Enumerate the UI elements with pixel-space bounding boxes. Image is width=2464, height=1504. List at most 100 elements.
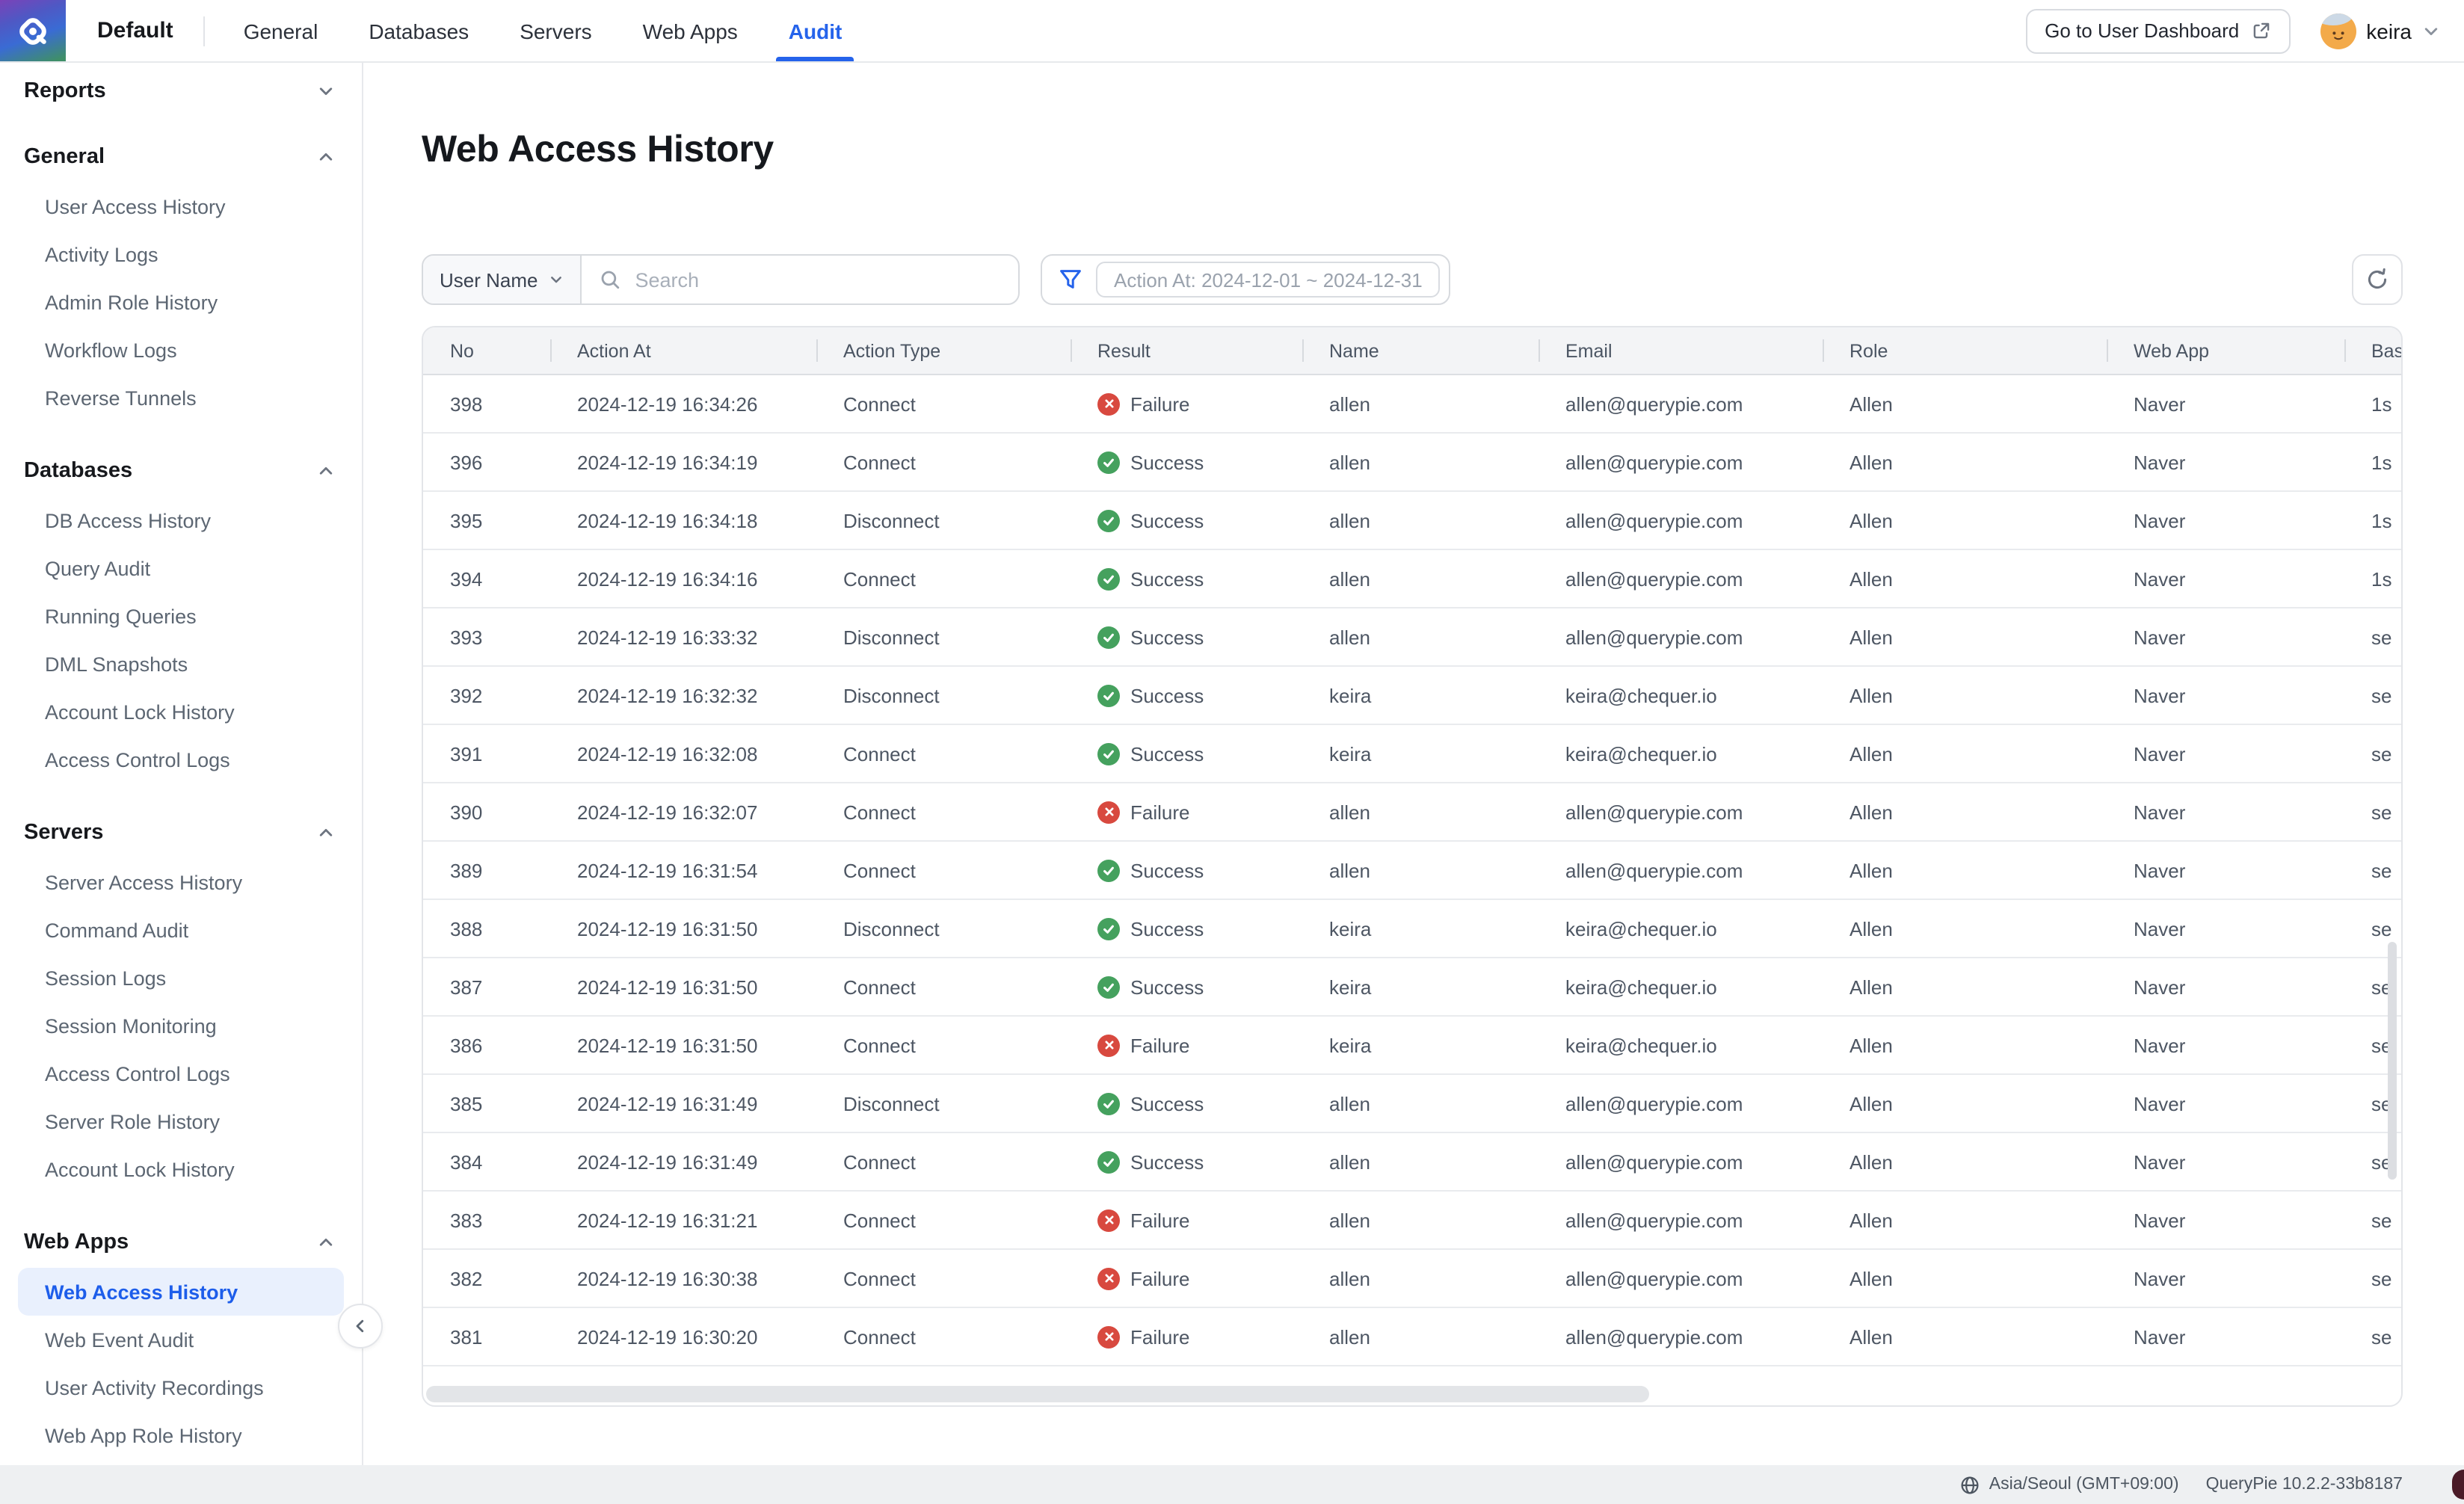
sidebar-section-header-web-apps[interactable]: Web Apps [0,1220,362,1265]
table-row[interactable]: 3812024-12-19 16:30:20Connect Failureall… [423,1308,2403,1366]
result-text: Success [1130,1150,1204,1173]
table-row[interactable]: 3912024-12-19 16:32:08Connect Successkei… [423,725,2403,783]
table-row[interactable]: 3902024-12-19 16:32:07Connect Failureall… [423,783,2403,842]
sidebar-item-command-audit[interactable]: Command Audit [18,906,344,954]
success-icon [1097,1092,1120,1115]
table-row[interactable]: 3962024-12-19 16:34:19Connect Successall… [423,434,2403,492]
table-row[interactable]: 3932024-12-19 16:33:32Disconnect Success… [423,608,2403,667]
sidebar-item-workflow-logs[interactable]: Workflow Logs [18,326,344,374]
cell-action_type: Connect [816,451,1071,473]
result-text: Success [1130,567,1204,590]
cell-action_at: 2024-12-19 16:34:26 [550,392,816,415]
sidebar-item-web-event-audit[interactable]: Web Event Audit [18,1316,344,1363]
result-badge: Failure [1097,1209,1190,1232]
sidebar: Reports General User Access HistoryActiv… [0,63,363,1465]
table-row[interactable]: 3822024-12-19 16:30:38Connect Failureall… [423,1250,2403,1308]
sidebar-item-reverse-tunnels[interactable]: Reverse Tunnels [18,374,344,422]
table-row[interactable]: 3832024-12-19 16:31:21Connect Failureall… [423,1192,2403,1250]
cell-base: se [2344,684,2403,706]
table-row[interactable]: 3882024-12-19 16:31:50Disconnect Success… [423,900,2403,958]
table-row[interactable]: 3872024-12-19 16:31:50Connect Successkei… [423,958,2403,1017]
sidebar-item-dml-snapshots[interactable]: DML Snapshots [18,640,344,688]
logo-mark [13,11,52,50]
section-title: Reports [24,79,106,103]
sidebar-item-query-audit[interactable]: Query Audit [18,544,344,592]
sidebar-section-reports: Reports [0,69,362,114]
table-row[interactable]: 3892024-12-19 16:31:54Connect Successall… [423,842,2403,900]
cell-email: allen@querypie.com [1539,392,1823,415]
success-icon [1097,1150,1120,1173]
cell-email: allen@querypie.com [1539,1150,1823,1173]
nav-item-servers[interactable]: Servers [520,0,591,61]
cell-name: allen [1302,859,1539,881]
column-header-base: Base [2344,327,2403,374]
avatar [2320,13,2356,49]
section-items: User Access HistoryActivity LogsAdmin Ro… [0,179,362,428]
horizontal-scrollbar[interactable] [426,1386,1649,1402]
cell-no: 387 [423,976,550,998]
sidebar-section-header-servers[interactable]: Servers [0,810,362,855]
refresh-button[interactable] [2352,254,2403,305]
sidebar-item-account-lock-history[interactable]: Account Lock History [18,688,344,736]
date-filter-control[interactable]: Action At: 2024-12-01 ~ 2024-12-31 [1041,254,1451,305]
result-badge: Success [1097,917,1204,940]
sidebar-section-header-general[interactable]: General [0,135,362,179]
table-row[interactable]: 3862024-12-19 16:31:50Connect Failurekei… [423,1017,2403,1075]
sidebar-collapse-button[interactable] [338,1304,383,1349]
table-row[interactable]: 3982024-12-19 16:34:26Connect Failureall… [423,375,2403,434]
cell-base: se [2344,917,2403,940]
column-header-no: No [423,327,550,374]
nav-item-web-apps[interactable]: Web Apps [643,0,738,61]
sidebar-item-user-activity-recordings[interactable]: User Activity Recordings [18,1363,344,1411]
cell-role: Allen [1823,1209,2107,1231]
search-field-selector[interactable]: User Name [423,256,582,303]
cell-email: allen@querypie.com [1539,1325,1823,1348]
result-badge: Success [1097,976,1204,998]
go-to-user-dashboard-button[interactable]: Go to User Dashboard [2025,8,2290,53]
cell-web_app: Naver [2107,451,2344,473]
nav-item-general[interactable]: General [244,0,318,61]
sidebar-item-web-access-history[interactable]: Web Access History [18,1268,344,1316]
sidebar-item-session-monitoring[interactable]: Session Monitoring [18,1002,344,1050]
table-row[interactable]: 3842024-12-19 16:31:49Connect Successall… [423,1133,2403,1192]
sidebar-item-db-access-history[interactable]: DB Access History [18,496,344,544]
user-menu[interactable]: keira [2320,13,2440,49]
cell-result: Failure [1071,392,1302,416]
sidebar-item-server-access-history[interactable]: Server Access History [18,858,344,906]
cell-role: Allen [1823,626,2107,648]
sidebar-item-web-app-role-history[interactable]: Web App Role History [18,1411,344,1459]
sidebar-item-activity-logs[interactable]: Activity Logs [18,230,344,278]
sidebar-item-account-lock-history[interactable]: Account Lock History [18,1145,344,1193]
sidebar-item-access-control-logs[interactable]: Access Control Logs [18,736,344,783]
result-text: Failure [1130,801,1190,824]
cell-action_type: Connect [816,1150,1071,1173]
go-to-user-dashboard-label: Go to User Dashboard [2045,19,2239,42]
sidebar-item-admin-role-history[interactable]: Admin Role History [18,278,344,326]
sidebar-section-header-databases[interactable]: Databases [0,449,362,493]
table-row[interactable]: 3922024-12-19 16:32:32Disconnect Success… [423,667,2403,725]
sidebar-item-access-control-logs[interactable]: Access Control Logs [18,1050,344,1097]
search-input[interactable] [632,267,1001,292]
querypie-logo-icon [0,0,66,61]
sidebar-item-running-queries[interactable]: Running Queries [18,592,344,640]
success-icon [1097,626,1120,648]
sidebar-item-user-access-history[interactable]: User Access History [18,182,344,230]
cell-name: allen [1302,1209,1539,1231]
result-badge: Success [1097,1092,1204,1115]
nav-item-databases[interactable]: Databases [369,0,469,61]
table-row[interactable]: 3852024-12-19 16:31:49Disconnect Success… [423,1075,2403,1133]
sidebar-item-server-role-history[interactable]: Server Role History [18,1097,344,1145]
cell-action_type: Disconnect [816,917,1071,940]
table-row[interactable]: 3942024-12-19 16:34:16Connect Successall… [423,550,2403,608]
sidebar-section-header-reports[interactable]: Reports [0,69,362,114]
cell-result: Success [1071,859,1302,881]
page-title: Web Access History [422,129,2464,172]
table-row[interactable]: 3952024-12-19 16:34:18Disconnect Success… [423,492,2403,550]
cell-action_type: Disconnect [816,684,1071,706]
sidebar-item-session-logs[interactable]: Session Logs [18,954,344,1002]
nav-item-audit[interactable]: Audit [789,0,843,61]
action-at-range-input[interactable]: Action At: 2024-12-01 ~ 2024-12-31 [1096,262,1441,298]
vertical-scrollbar[interactable] [2388,942,2397,1180]
cell-web_app: Naver [2107,1092,2344,1115]
cell-action_at: 2024-12-19 16:34:18 [550,509,816,531]
